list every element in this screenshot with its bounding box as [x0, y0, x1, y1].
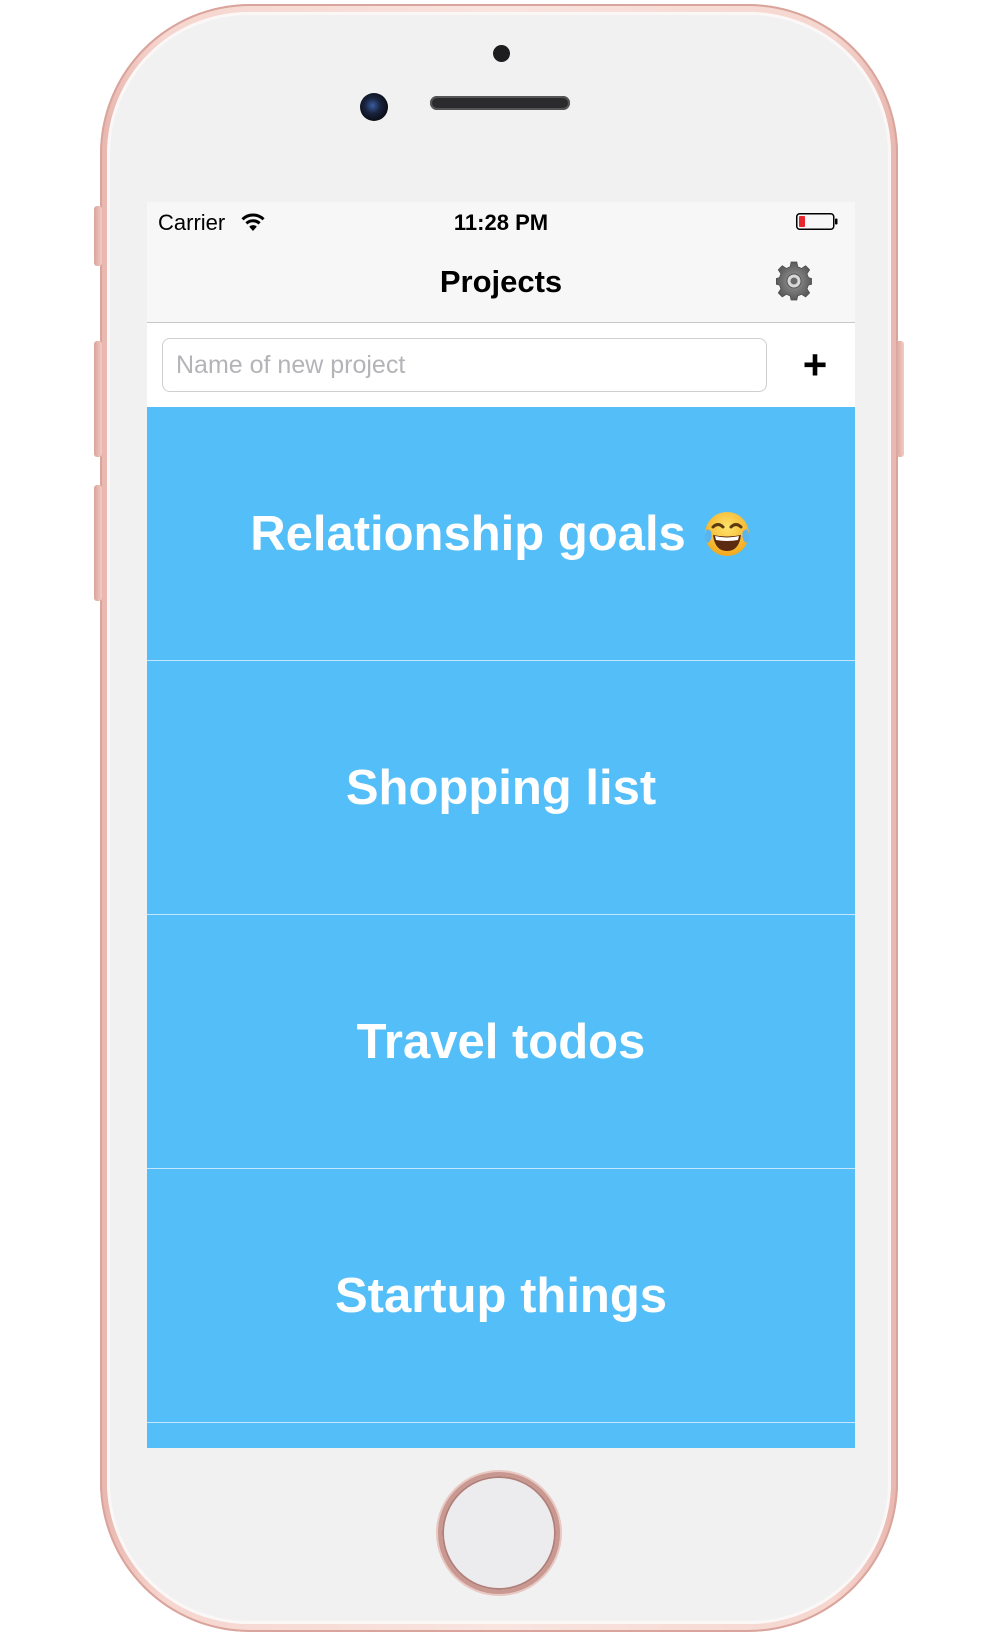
- device-mockup: Carrier 11:28 PM Projects Name of new pr…: [0, 0, 1000, 1639]
- project-label: Shopping list: [345, 760, 657, 815]
- project-item-startup-things[interactable]: Startup things: [147, 1169, 855, 1423]
- battery-low-icon: [796, 213, 838, 230]
- volume-up-button: [94, 341, 102, 457]
- new-project-row: +: [147, 323, 855, 407]
- new-project-input[interactable]: [162, 338, 767, 392]
- project-list: Relationship goals Shopping list Travel …: [147, 407, 855, 1448]
- earpiece-speaker: [430, 96, 570, 110]
- project-label: Travel todos: [356, 1014, 646, 1069]
- navigation-bar: Projects: [147, 242, 855, 323]
- front-camera: [360, 93, 388, 121]
- add-project-button[interactable]: +: [790, 340, 840, 390]
- project-label: Startup things: [334, 1268, 668, 1323]
- page-title: Projects: [439, 264, 563, 299]
- gear-icon[interactable]: [774, 261, 814, 301]
- tears-of-joy-emoji-icon: [704, 511, 750, 556]
- mute-switch: [94, 206, 102, 266]
- app-screen: Carrier 11:28 PM Projects Name of new pr…: [147, 202, 855, 1448]
- status-time: 11:28 PM: [453, 210, 549, 235]
- power-button: [896, 341, 904, 457]
- project-item-shopping-list[interactable]: Shopping list: [147, 661, 855, 915]
- home-button[interactable]: [438, 1472, 560, 1594]
- project-item-relationship-goals[interactable]: Relationship goals: [147, 407, 855, 661]
- volume-down-button: [94, 485, 102, 601]
- status-bar: Carrier 11:28 PM: [147, 202, 855, 242]
- proximity-sensor: [493, 45, 510, 62]
- project-item-travel-todos[interactable]: Travel todos: [147, 915, 855, 1169]
- project-label: Relationship goals: [250, 506, 686, 561]
- project-item-partial[interactable]: [147, 1423, 855, 1448]
